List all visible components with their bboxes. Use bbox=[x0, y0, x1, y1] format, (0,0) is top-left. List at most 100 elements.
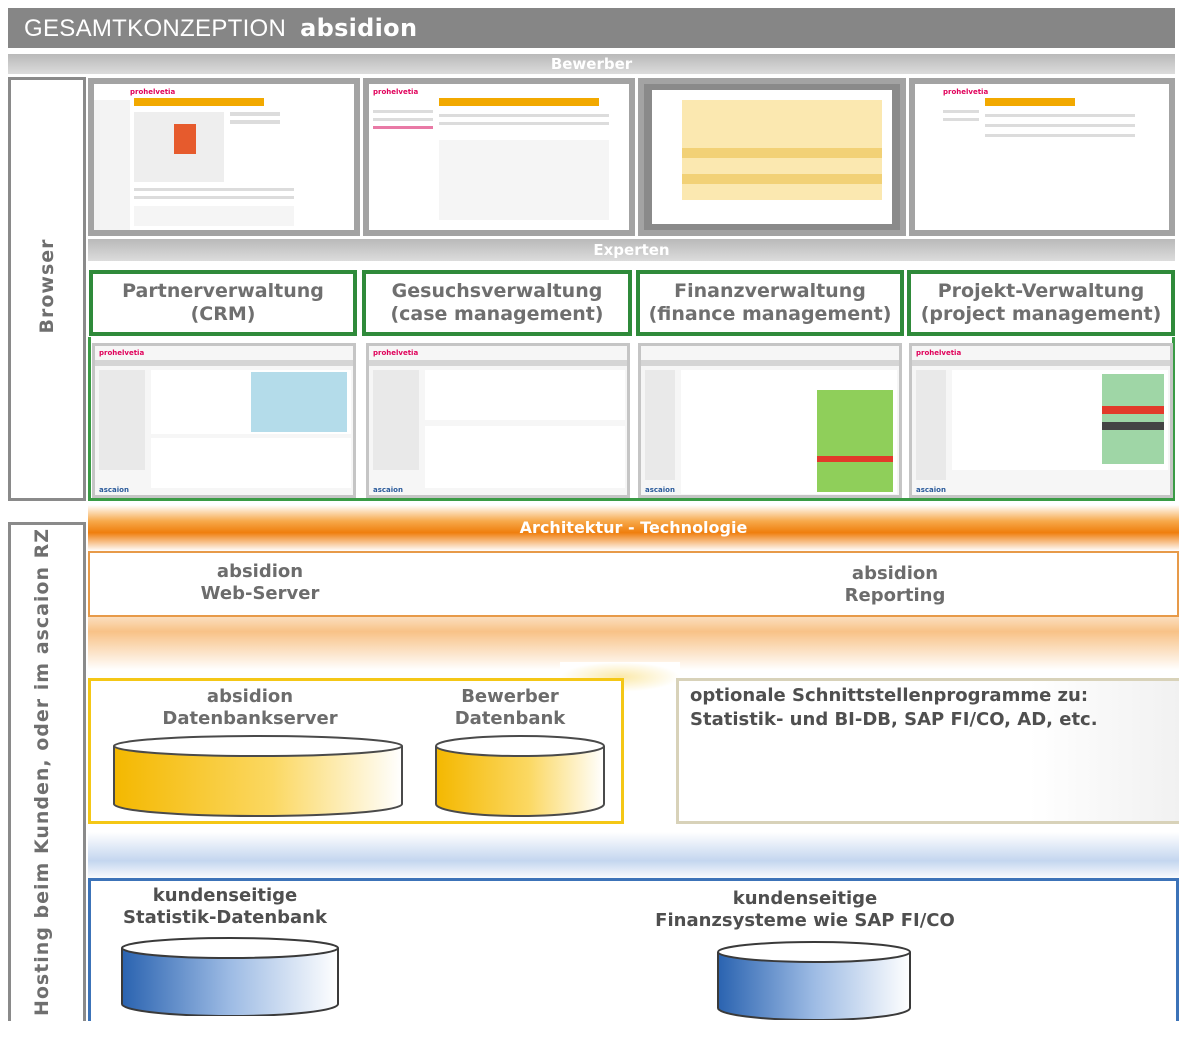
bewerber-screenshot-4: prohelvetia bbox=[909, 78, 1175, 236]
toolbar-strip bbox=[912, 360, 1170, 366]
db-server-label: absidion Datenbankserver bbox=[140, 686, 360, 730]
crm-brand: prohelvetia bbox=[99, 349, 145, 357]
experten-band-label: Experten bbox=[593, 241, 670, 259]
orange-header bbox=[134, 98, 264, 106]
page-title: GESAMTKONZEPTION absidion bbox=[24, 14, 417, 43]
orange-header bbox=[985, 98, 1075, 106]
bewerber-band-label: Bewerber bbox=[550, 55, 633, 73]
text-line bbox=[134, 188, 294, 191]
case-brand: prohelvetia bbox=[373, 349, 419, 357]
interfaces-label: optionale Schnittstellenprogramme zu: St… bbox=[690, 684, 1170, 732]
bewerber-db-line1: Bewerber bbox=[461, 686, 559, 707]
text-line bbox=[985, 134, 1135, 137]
reporting-line1: absidion bbox=[851, 563, 939, 584]
stat-db-label: kundenseitige Statistik-Datenbank bbox=[100, 885, 350, 929]
fin-system-label: kundenseitige Finanzsysteme wie SAP FI/C… bbox=[640, 888, 970, 932]
nav-line bbox=[943, 118, 979, 121]
stat-db-line2: Statistik-Datenbank bbox=[123, 907, 327, 928]
toolbar-strip bbox=[95, 360, 353, 366]
stat-db-cylinder-icon bbox=[121, 937, 339, 1016]
module-case-subtitle: (case management) bbox=[390, 303, 604, 325]
process-row bbox=[682, 174, 882, 184]
module-crm-subtitle: (CRM) bbox=[190, 303, 256, 325]
sidebar-panel bbox=[916, 370, 946, 480]
text-line bbox=[439, 114, 609, 117]
sidebar-panel bbox=[373, 370, 419, 470]
finance-logo: ascaion bbox=[645, 486, 675, 494]
title-product: absidion bbox=[300, 14, 418, 42]
web-server-line2: Web-Server bbox=[200, 583, 320, 604]
text-line bbox=[985, 114, 1135, 117]
fin-system-cylinder-icon bbox=[717, 941, 911, 1020]
architektur-band-label: Architektur - Technologie bbox=[519, 518, 748, 537]
reporting-line2: Reporting bbox=[844, 585, 946, 606]
fin-system-line2: Finanzsysteme wie SAP FI/CO bbox=[655, 910, 955, 931]
interfaces-line2: Statistik- und BI-DB, SAP FI/CO, AD, etc… bbox=[690, 709, 1098, 730]
module-project-title: Projekt-Verwaltung bbox=[937, 280, 1145, 302]
sidebar-panel bbox=[645, 370, 675, 480]
module-case-title: Gesuchsverwaltung bbox=[391, 280, 603, 302]
sidebar-panel bbox=[99, 370, 145, 470]
form-panel bbox=[425, 370, 625, 420]
list-block bbox=[439, 140, 609, 220]
project-logo: ascaion bbox=[916, 486, 946, 494]
bewerber-screenshot-3 bbox=[638, 78, 906, 236]
title-prefix: GESAMTKONZEPTION bbox=[24, 15, 287, 42]
case-screenshot: prohelvetia ascaion bbox=[366, 343, 630, 498]
detail-panel bbox=[151, 438, 351, 488]
project-brand: prohelvetia bbox=[916, 349, 962, 357]
db-server-line2: Datenbankserver bbox=[162, 708, 338, 729]
nav-line bbox=[373, 110, 433, 113]
module-finance-title: Finanzverwaltung bbox=[674, 280, 866, 302]
crm-logo: ascaion bbox=[99, 486, 129, 494]
toolbar-strip bbox=[641, 360, 899, 366]
browser-label: Browser bbox=[36, 238, 58, 334]
project-screenshot: prohelvetia ascaion bbox=[909, 343, 1173, 498]
toolbar-strip bbox=[369, 360, 627, 366]
bewerber-screenshot-2: prohelvetia bbox=[363, 78, 635, 236]
bewerber-db-line2: Datenbank bbox=[454, 708, 566, 729]
db-server-line1: absidion bbox=[206, 686, 294, 707]
nav-line bbox=[373, 126, 433, 129]
red-row bbox=[817, 456, 893, 462]
orange-header bbox=[439, 98, 599, 106]
text-line bbox=[439, 122, 609, 125]
process-row bbox=[682, 148, 882, 158]
fin-system-line1: kundenseitige bbox=[732, 888, 878, 909]
stat-db-line1: kundenseitige bbox=[152, 885, 298, 906]
text-line bbox=[230, 112, 280, 116]
sidebar-strip bbox=[94, 100, 130, 230]
module-finance: Finanzverwaltung (finance management) bbox=[636, 270, 904, 336]
module-crm-title: Partnerverwaltung bbox=[122, 280, 324, 302]
brand-logo-4: prohelvetia bbox=[943, 88, 989, 96]
red-row bbox=[1102, 406, 1164, 414]
case-logo: ascaion bbox=[373, 486, 403, 494]
hosting-label: Hosting beim Kunden, oder im ascaion RZ bbox=[31, 527, 53, 1017]
bewerber-screenshot-1: prohelvetia bbox=[88, 78, 360, 236]
module-project-subtitle: (project management) bbox=[920, 303, 1162, 325]
text-line bbox=[985, 124, 1135, 127]
module-crm: Partnerverwaltung (CRM) bbox=[89, 270, 357, 336]
crm-screenshot: prohelvetia ascaion bbox=[92, 343, 356, 498]
table-panel bbox=[425, 426, 625, 488]
photo-red-element bbox=[174, 124, 196, 154]
finance-screenshot: ascaion bbox=[638, 343, 902, 498]
brand-logo-2: prohelvetia bbox=[373, 88, 419, 96]
web-server-label: absidion Web-Server bbox=[150, 561, 370, 605]
form-box bbox=[134, 206, 294, 226]
status-column bbox=[1102, 374, 1164, 464]
nav-line bbox=[943, 110, 979, 113]
highlighted-column bbox=[251, 372, 347, 432]
experten-band: Experten bbox=[88, 239, 1175, 261]
module-case: Gesuchsverwaltung (case management) bbox=[362, 270, 632, 336]
module-finance-subtitle: (finance management) bbox=[648, 303, 892, 325]
nav-line bbox=[373, 118, 433, 121]
green-column bbox=[817, 390, 893, 492]
dark-row bbox=[1102, 422, 1164, 430]
interfaces-line1: optionale Schnittstellenprogramme zu: bbox=[690, 685, 1089, 706]
brand-logo-1: prohelvetia bbox=[130, 88, 176, 96]
bewerber-db-label: Bewerber Datenbank bbox=[420, 686, 600, 730]
bewerber-db-cylinder-icon bbox=[435, 735, 605, 817]
db-server-cylinder-icon bbox=[113, 735, 403, 817]
text-line bbox=[134, 196, 294, 199]
